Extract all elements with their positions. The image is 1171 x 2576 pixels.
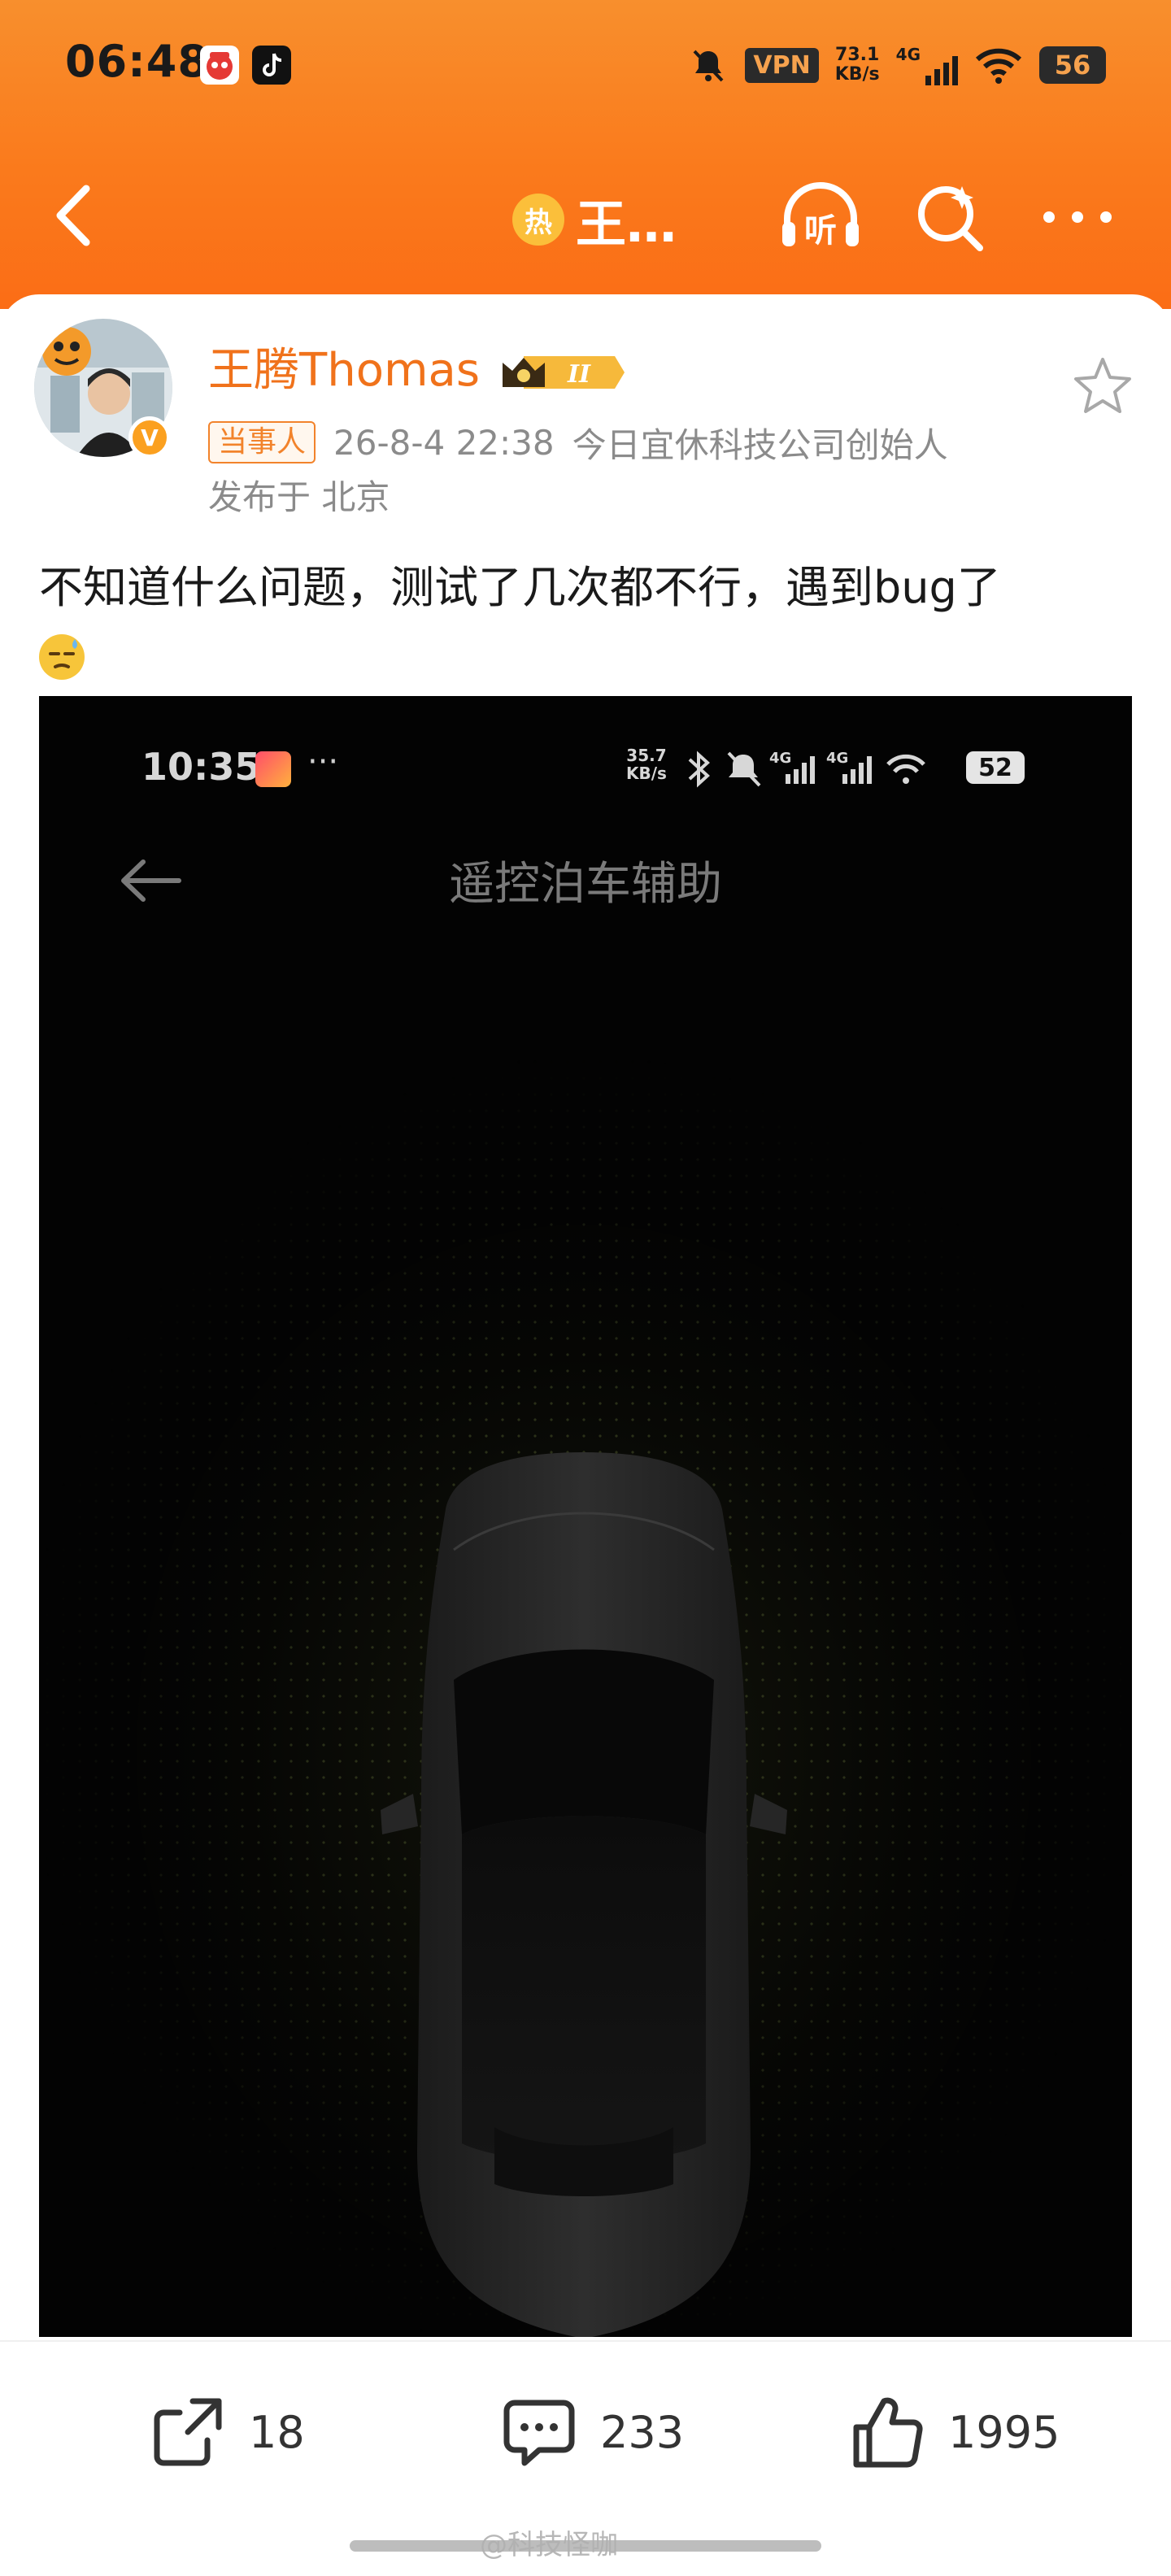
verified-badge-icon: V [128,416,171,459]
post-card: V 王腾Thomas II 当事人 26-8-4 22:38 今日宜休科技公司创… [0,294,1171,2576]
post-text: 不知道什么问题，测试了几次都不行，遇到bug了 [39,555,1137,688]
favorite-button[interactable] [1070,353,1135,418]
share-count: 18 [249,2406,305,2458]
svg-text:4G: 4G [826,750,848,767]
bluetooth-icon [688,751,710,788]
like-button[interactable]: 1995 [842,2387,1060,2477]
post-location: 发布于 北京 [208,477,390,517]
tiktok-icon [252,46,291,85]
username[interactable]: 王腾Thomas [208,338,480,403]
status-bar: 06:48 VPN 73.1 KB/s 4G 56 [0,0,1171,130]
more-icon [1043,211,1112,223]
status-right-group: VPN 73.1 KB/s 4G 56 [688,41,1106,89]
status-time: 06:48 [65,36,209,87]
notification-app-icon [200,46,239,85]
image-app-icon [255,751,291,787]
nav-bar: 热 王… 听 [0,130,1171,293]
comment-icon [503,2400,575,2466]
svg-text:4G: 4G [769,750,791,767]
star-icon [1074,358,1131,413]
listen-button[interactable]: 听 [776,172,865,262]
image-net-speed: 35.7 KB/s [626,746,667,783]
headphones-listen-icon: 听 [782,182,859,250]
nav-title-group[interactable]: 热 王… [512,179,677,260]
hot-badge: 热 [512,194,564,246]
share-icon [154,2398,222,2466]
wifi-icon [975,48,1022,84]
vip-crown-icon: II [503,356,625,389]
action-bar: 18 233 1995 [0,2340,1171,2519]
image-status-time: 10:35 [141,745,261,789]
meta-row: 当事人 26-8-4 22:38 今日宜休科技公司创始人 [208,418,948,467]
sweat-emoji-icon [39,634,85,681]
post-body: 不知道什么问题，测试了几次都不行，遇到bug了 [39,562,1001,613]
vpn-badge: VPN [745,47,819,83]
back-button[interactable] [36,171,117,260]
search-button[interactable] [904,172,994,262]
comment-count: 233 [600,2406,685,2458]
nav-title: 王… [576,194,677,254]
user-bio: 今日宜休科技公司创始人 [572,424,948,465]
comment-button[interactable]: 233 [494,2387,684,2477]
signal-icon: 4G 4G [769,750,872,784]
image-battery: 52 [966,751,1025,784]
image-status-more: ··· [307,743,339,781]
signal-4g: 4G [896,45,958,85]
image-page-title: 遥控泊车辅助 [449,858,722,911]
car-top-view-icon [381,1452,787,2337]
chevron-left-icon [56,185,90,246]
post-timestamp: 26-8-4 22:38 [333,422,555,463]
wifi-icon [886,754,925,773]
battery-indicator: 56 [1039,46,1106,84]
net-speed: 73.1 KB/s [834,45,880,85]
more-button[interactable] [1033,172,1122,262]
like-count: 1995 [948,2406,1060,2458]
svg-text:听: 听 [804,212,837,250]
image-status-bar: 10:35 ··· 35.7 KB/s 4G 4G 52 [39,737,1132,810]
watermark: @科技怪咖 [480,2529,618,2561]
thumbs-up-icon [853,2397,923,2468]
share-button[interactable]: 18 [143,2387,305,2477]
search-icon [918,186,983,251]
mute-bell-icon [727,751,761,787]
role-tag: 当事人 [208,421,316,463]
nav-actions: 听 [776,172,1122,262]
post-image[interactable]: 10:35 ··· 35.7 KB/s 4G 4G 52 遥控泊车辅助 [39,696,1132,2337]
header: 06:48 VPN 73.1 KB/s 4G 56 热 王… 听 [0,0,1171,309]
mute-bell-icon [693,50,724,82]
svg-text:II: II [567,360,591,389]
